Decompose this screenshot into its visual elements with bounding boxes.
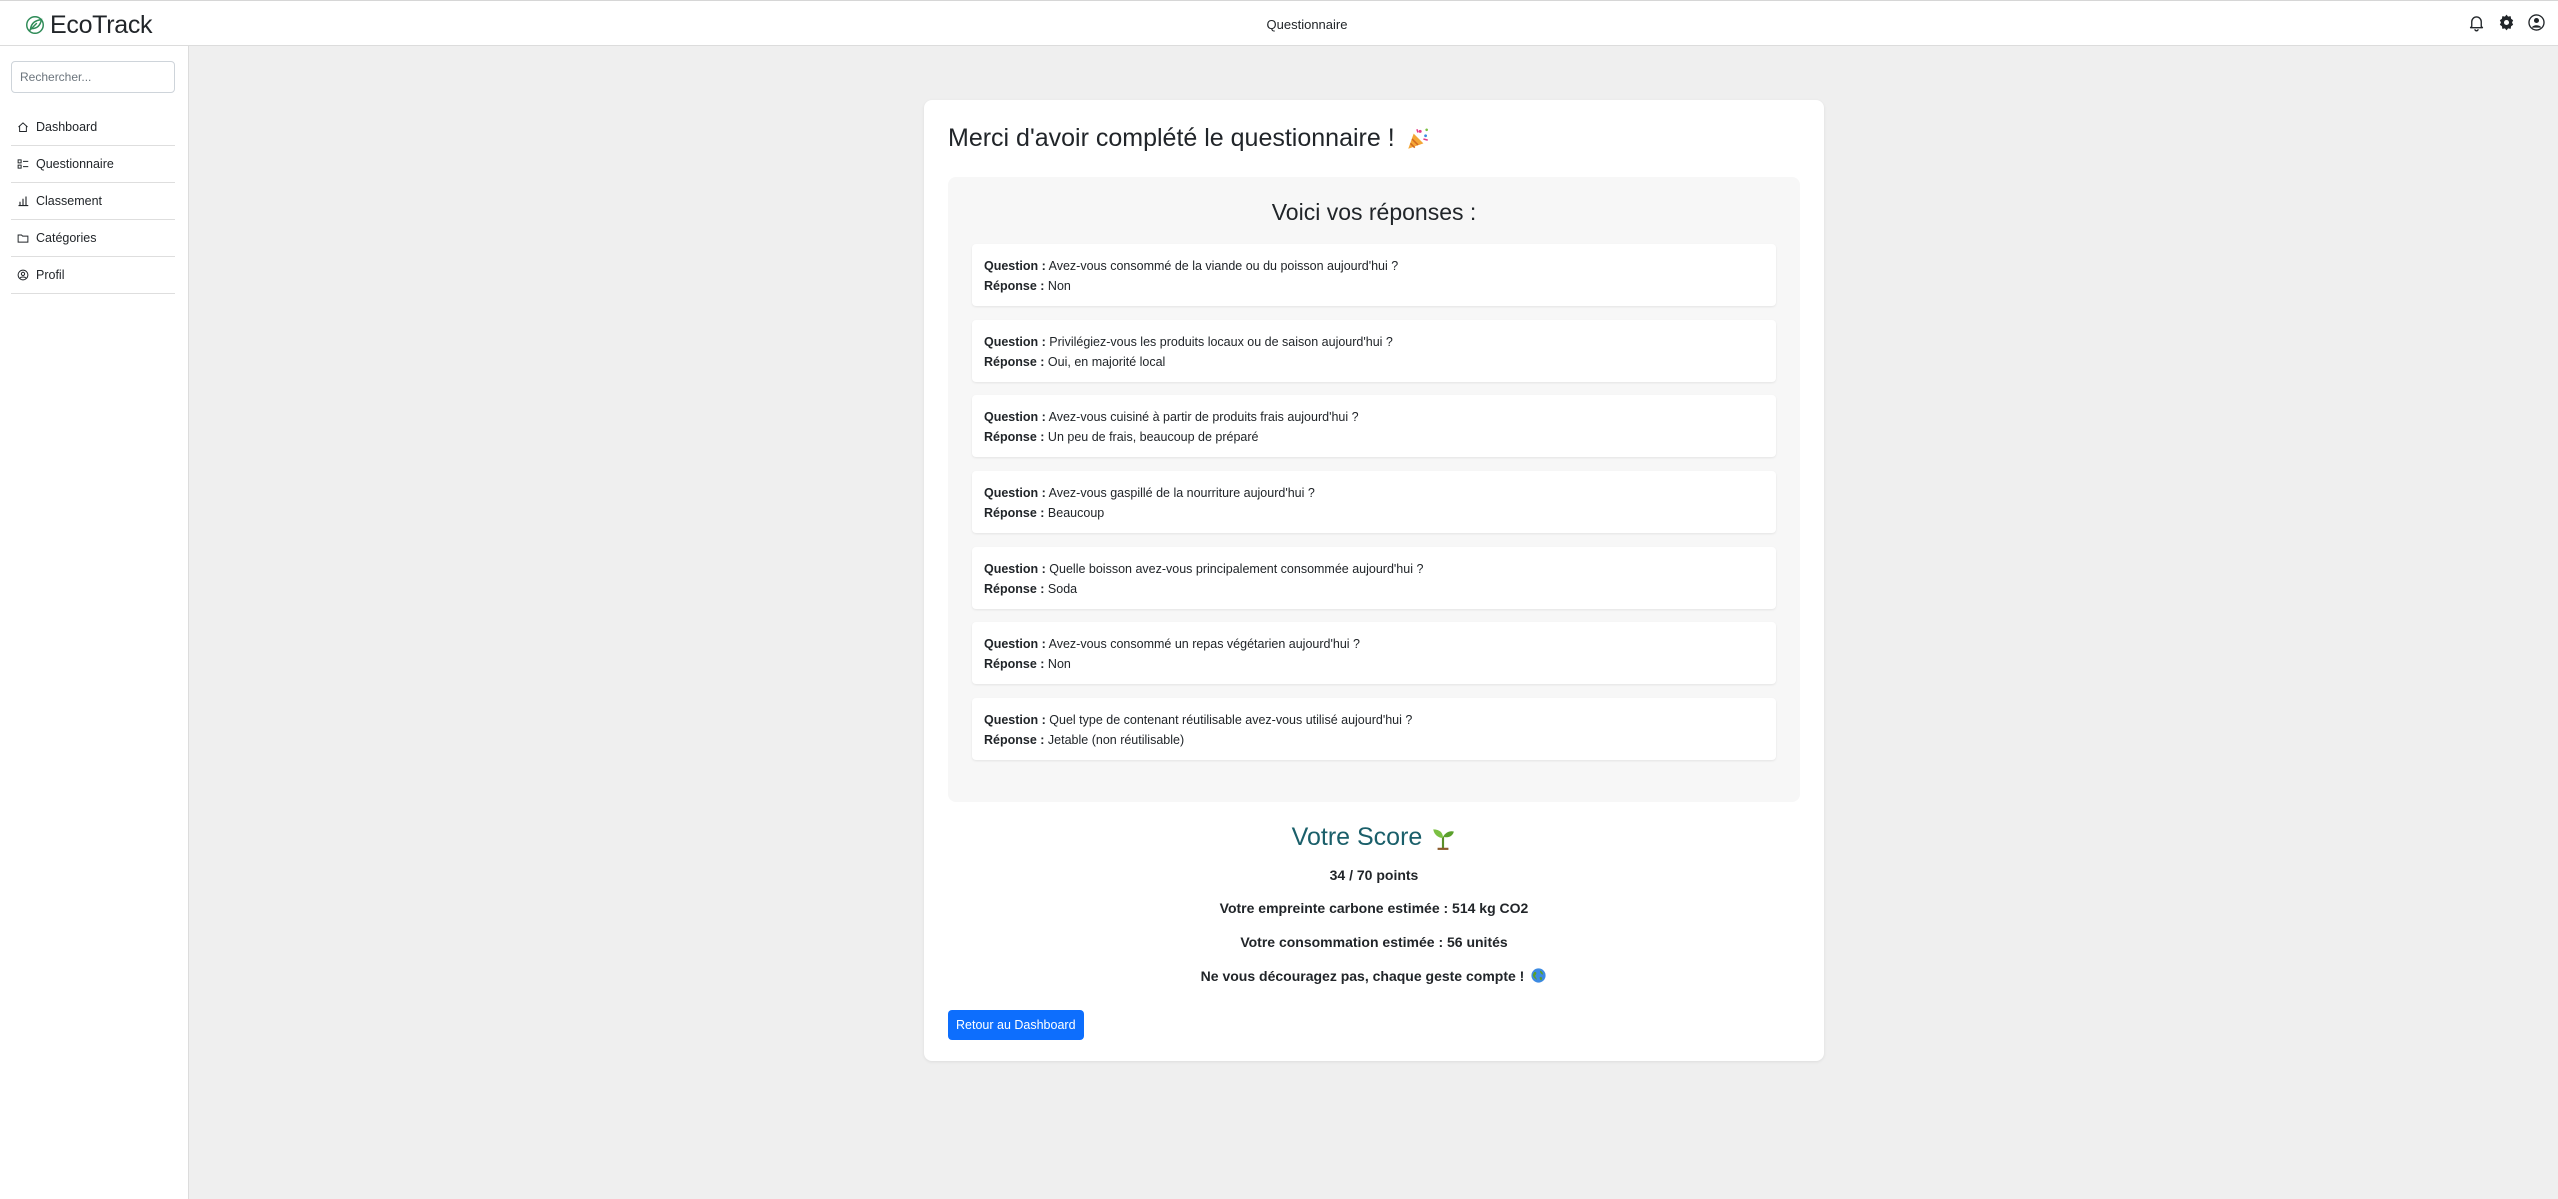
bell-icon[interactable] [2467,13,2486,32]
answer-label: Réponse : [984,430,1045,445]
gear-icon[interactable] [2497,13,2516,32]
score-heading: Votre Score [924,823,1824,852]
sidebar-item-questionnaire[interactable]: Questionnaire [11,146,175,183]
carbon-footprint: Votre empreinte carbone estimée : 514 kg… [1219,900,1529,916]
question-label: Question : [984,410,1046,425]
answer-label: Réponse : [984,657,1045,672]
seedling-icon [1433,828,1455,850]
question-label: Question : [984,259,1046,273]
question-text: Quelle boisson avez-vous principalement … [1049,561,1424,576]
answer-line: Réponse : Non [984,654,1764,674]
question-line: Question : Quelle boisson avez-vous prin… [984,559,1764,579]
answer-line: Réponse : Un peu de frais, beaucoup de p… [984,427,1764,447]
list-item: Question : Avez-vous cuisiné à partir de… [972,395,1776,458]
answer-text: Beaucoup [1047,506,1105,521]
question-line: Question : Quel type de contenant réutil… [984,710,1764,730]
top-navbar: EcoTrack Questionnaire [0,0,2558,46]
question-label: Question : [984,713,1046,728]
question-label: Question : [984,334,1046,349]
list-item: Question : Quel type de contenant réutil… [972,698,1776,761]
home-icon [18,122,28,132]
answer-line: Réponse : Soda [984,579,1764,599]
question-label: Question : [984,637,1046,652]
question-line: Question : Avez-vous consommé un repas v… [984,634,1764,654]
answer-text: Soda [1047,581,1078,596]
list-item: Question : Avez-vous consommé un repas v… [972,622,1776,685]
question-text: Avez-vous gaspillé de la nourriture aujo… [1048,486,1315,501]
answer-line: Réponse : Jetable (non réutilisable) [984,730,1764,750]
question-line: Question : Avez-vous cuisiné à partir de… [984,407,1764,427]
sidebar-item-label: Dashboard [36,120,98,134]
globe-icon [1531,968,1546,983]
answer-line: Réponse : Non [984,276,1764,296]
encouragement-message: Ne vous découragez pas, chaque geste com… [924,967,1824,984]
question-line: Question : Avez-vous consommé de la vian… [984,256,1764,276]
sidebar-item-label: Profil [36,268,65,282]
question-text: Avez-vous consommé de la viande ou du po… [1048,259,1399,273]
sidebar-item-dashboard[interactable]: Dashboard [11,109,175,146]
question-text: Quel type de contenant réutilisable avez… [1049,713,1413,728]
result-heading: Merci d'avoir complété le questionnaire … [948,124,1431,153]
back-to-dashboard-button[interactable]: Retour au Dashboard [948,1010,1084,1040]
user-circle-icon[interactable] [2527,13,2546,32]
search-input[interactable] [11,61,175,93]
answer-label: Réponse : [984,354,1045,369]
question-text: Avez-vous cuisiné à partir de produits f… [1048,410,1359,425]
answer-label: Réponse : [984,581,1045,596]
answer-text: Jetable (non réutilisable) [1047,733,1185,748]
answer-line: Réponse : Beaucoup [984,503,1764,523]
list-icon [17,159,29,169]
list-item: Question : Avez-vous gaspillé de la nour… [972,471,1776,534]
score-points: 34 / 70 points [1329,867,1419,883]
question-text: Privilégiez-vous les produits locaux ou … [1049,334,1393,349]
answer-text: Non [1047,657,1071,672]
party-popper-icon [1407,127,1428,149]
sidebar-item-label: Classement [36,194,102,208]
answer-text: Non [1047,279,1071,293]
result-card: Merci d'avoir complété le questionnaire … [924,100,1824,1061]
sidebar-item-classement[interactable]: Classement [11,183,175,220]
sidebar-item-label: Questionnaire [36,157,114,171]
sidebar-item-profil[interactable]: Profil [11,257,175,294]
score-heading-text: Votre Score [1291,823,1423,851]
question-text: Avez-vous consommé un repas végétarien a… [1048,637,1360,652]
sidebar: Dashboard Questionnaire Classement Catég… [0,46,189,1199]
encouragement-text: Ne vous découragez pas, chaque geste com… [1200,967,1525,984]
user-circle-icon [17,269,29,281]
question-line: Question : Avez-vous gaspillé de la nour… [984,483,1764,503]
answer-label: Réponse : [984,506,1045,521]
top-actions [2467,13,2546,32]
sidebar-item-categories[interactable]: Catégories [11,220,175,257]
question-label: Question : [984,486,1046,501]
answer-label: Réponse : [984,733,1045,748]
list-item: Question : Avez-vous consommé de la vian… [972,244,1776,306]
answer-label: Réponse : [984,279,1045,293]
bar-chart-icon [18,196,29,207]
answers-title: Voici vos réponses : [1271,199,1477,225]
estimated-consumption: Votre consommation estimée : 56 unités [1240,934,1508,950]
answer-text: Un peu de frais, beaucoup de préparé [1047,430,1259,445]
sidebar-item-label: Catégories [36,231,97,245]
answer-list: Question : Avez-vous consommé de la vian… [972,244,1776,774]
list-item: Question : Quelle boisson avez-vous prin… [972,546,1776,609]
answer-line: Réponse : Oui, en majorité local [984,352,1764,372]
question-line: Question : Privilégiez-vous les produits… [984,332,1764,352]
answers-panel: Voici vos réponses : Question : Avez-vou… [948,177,1800,802]
list-item: Question : Privilégiez-vous les produits… [972,319,1776,382]
result-heading-text: Merci d'avoir complété le questionnaire … [948,124,1395,152]
page-title: Questionnaire [1266,17,1348,32]
sidebar-nav: Dashboard Questionnaire Classement Catég… [11,109,175,294]
question-label: Question : [984,561,1046,576]
folder-icon [17,234,29,243]
answer-text: Oui, en majorité local [1047,354,1166,369]
